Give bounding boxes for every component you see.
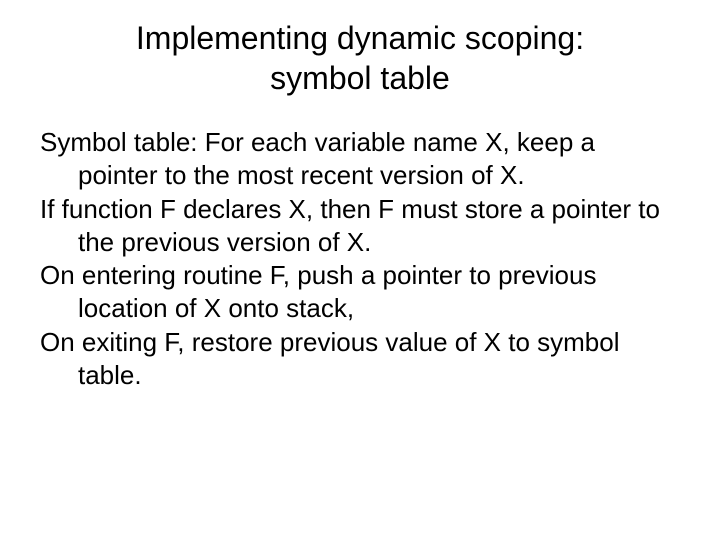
title-line-1: Implementing dynamic scoping: <box>136 20 584 56</box>
slide-title: Implementing dynamic scoping: symbol tab… <box>40 18 680 98</box>
paragraph-2: If function F declares X, then F must st… <box>40 193 680 260</box>
paragraph-4: On exiting F, restore previous value of … <box>40 326 680 393</box>
paragraph-1: Symbol table: For each variable name X, … <box>40 126 680 193</box>
title-line-2: symbol table <box>270 60 450 96</box>
paragraph-3: On entering routine F, push a pointer to… <box>40 259 680 326</box>
slide-body: Symbol table: For each variable name X, … <box>40 126 680 392</box>
